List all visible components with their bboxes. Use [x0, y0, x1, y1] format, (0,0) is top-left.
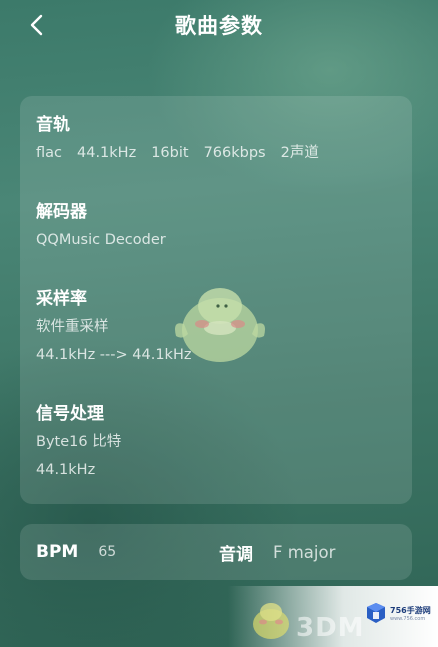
audio-track-meta: flac 44.1kHz 16bit 766kbps 2声道: [36, 141, 396, 165]
page-title: 歌曲参数: [175, 14, 263, 38]
bpm-key-card: BPM 65 音调 F major: [20, 524, 412, 580]
decoder-title: 解码器: [36, 202, 87, 222]
signal-rate: 44.1kHz: [36, 462, 96, 478]
bpm-key-row: BPM 65 音调 F major: [36, 538, 396, 566]
watermark-text: 3DM: [296, 613, 365, 643]
site-logo-icon: [367, 603, 385, 623]
header-bar: 歌曲参数: [0, 0, 438, 52]
bitrate-value: 766kbps: [203, 145, 266, 161]
sample-rate-value: 44.1kHz: [77, 145, 137, 161]
signal-bit-label: Byte16 比特: [36, 434, 122, 450]
watermark-brand: 756手游网: [390, 606, 431, 615]
audio-track-title: 音轨: [36, 115, 70, 135]
watermark-url: www.756.com: [390, 616, 426, 622]
bpm-value: 65: [98, 544, 117, 560]
decoder-section: 解码器 QQMusic Decoder: [36, 200, 396, 252]
bit-depth-value: 16bit: [151, 145, 189, 161]
bpm-label: BPM: [36, 542, 79, 562]
key-label: 音调: [219, 544, 253, 565]
channels-value: 2声道: [280, 145, 319, 161]
bird-mascot-icon: [175, 288, 265, 362]
key-value: F major: [273, 542, 336, 562]
audio-track-section: 音轨 flac 44.1kHz 16bit 766kbps 2声道: [36, 113, 396, 165]
bird-mascot-icon: [253, 603, 289, 639]
format-value: flac: [36, 145, 62, 161]
signal-section: 信号处理 Byte16 比特 44.1kHz: [36, 402, 396, 482]
signal-title: 信号处理: [36, 404, 104, 424]
decoder-value: QQMusic Decoder: [36, 232, 166, 248]
